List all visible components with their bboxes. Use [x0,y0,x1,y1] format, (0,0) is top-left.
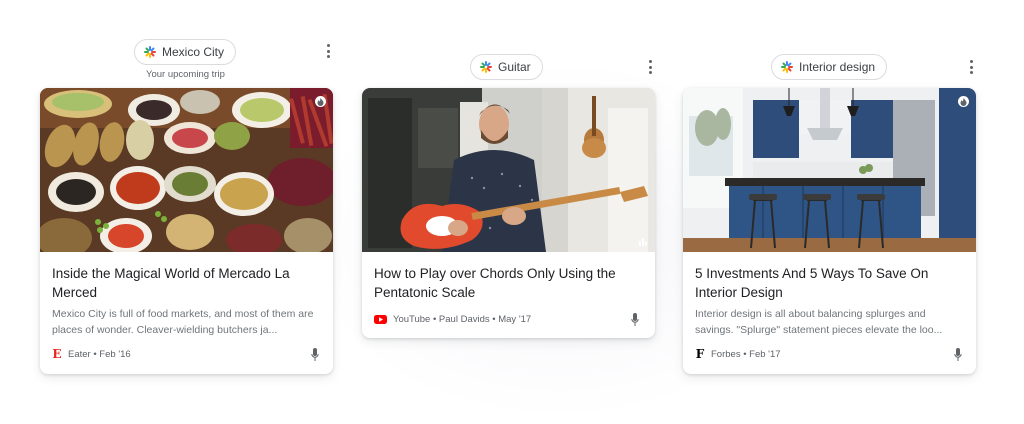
card-snippet: Interior design is all about balancing s… [695,308,943,336]
more-vert-icon[interactable] [965,59,977,75]
eater-logo: E [52,347,62,361]
story-card-mercado[interactable]: Inside the Magical World of Mercado La M… [40,88,333,374]
google-spark-icon [144,46,156,58]
mic-icon[interactable] [311,348,319,362]
fire-badge-icon [315,96,326,107]
fire-badge-icon [958,96,969,107]
topic-chip-interior-design[interactable]: Interior design [771,54,888,80]
card-source: E Eater • Feb '16 [52,347,131,361]
topic-chip-mexico-city[interactable]: Mexico City [134,39,237,65]
chip-subtitle: Your upcoming trip [146,69,225,80]
youtube-logo [374,315,387,324]
more-vert-icon[interactable] [322,43,334,59]
market-food-photo [40,88,333,252]
source-text: Eater • Feb '16 [68,348,131,360]
card-snippet: Mexico City is full of food markets, and… [52,308,314,336]
story-card-guitar-video[interactable]: How to Play over Chords Only Using the P… [362,88,655,338]
chip-label: Interior design [799,60,876,74]
card-title[interactable]: How to Play over Chords Only Using the P… [374,264,643,302]
card-title[interactable]: 5 Investments And 5 Ways To Save On Inte… [695,264,964,302]
mic-icon[interactable] [954,348,962,362]
source-text: YouTube • Paul Davids • May '17 [393,314,532,325]
more-vert-icon[interactable] [644,59,656,75]
card-source: F Forbes • Feb '17 [695,348,781,360]
guitarist-photo [362,88,655,252]
story-card-interior-design[interactable]: 5 Investments And 5 Ways To Save On Inte… [683,88,976,374]
card-title[interactable]: Inside the Magical World of Mercado La M… [52,264,321,302]
card-source: YouTube • Paul Davids • May '17 [374,314,531,325]
mic-icon[interactable] [631,313,639,327]
chip-label: Guitar [498,60,531,74]
bar-chart-icon [639,238,647,246]
forbes-logo: F [695,347,705,361]
topic-chip-guitar[interactable]: Guitar [470,54,543,80]
blue-kitchen-photo [683,88,976,252]
google-spark-icon [781,61,793,73]
source-text: Forbes • Feb '17 [711,348,781,360]
chip-label: Mexico City [162,45,225,59]
google-spark-icon [480,61,492,73]
